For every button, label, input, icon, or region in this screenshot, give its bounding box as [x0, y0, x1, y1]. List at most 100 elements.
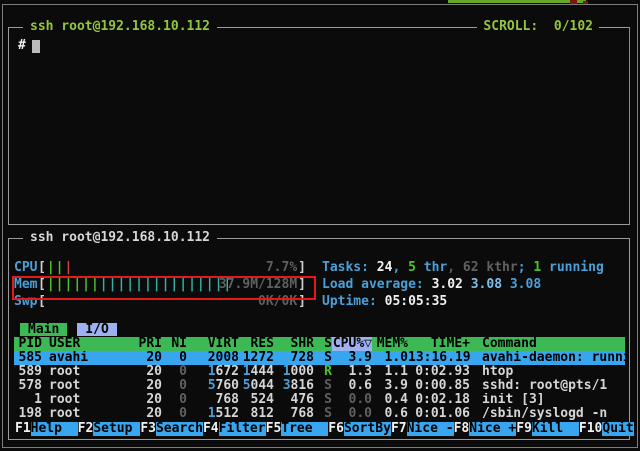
cell-cpu: 1.3: [332, 365, 372, 379]
htop-tabs: Main I/O: [20, 323, 625, 336]
cell-res: 5044: [239, 379, 274, 393]
htop-app: CPU[|||7.7%] Mem[|||||||||||||||||||||37.…: [14, 239, 625, 439]
cell-user: root: [42, 379, 115, 393]
cell-shr: 1000: [274, 365, 314, 379]
htop-header-area: CPU[|||7.7%] Mem[|||||||||||||||||||||37.…: [14, 261, 625, 312]
cell-ni: 0: [162, 407, 187, 421]
text-cursor: [32, 40, 40, 53]
cell-mem: 1.0: [372, 351, 408, 365]
cell-mem: 0.4: [372, 393, 408, 407]
pane-bottom-htop[interactable]: ssh root@192.168.10.112 CPU[|||7.7%]Mem[…: [8, 238, 630, 440]
cell-res: 524: [239, 393, 274, 407]
column-header-pri[interactable]: PRI: [115, 337, 162, 351]
cell-virt: 5760: [187, 379, 239, 393]
cell-pid: 589: [14, 365, 42, 379]
cell-ni: 0: [162, 365, 187, 379]
fkey-kill[interactable]: F9Kill: [516, 422, 579, 436]
cell-shr: 3816: [274, 379, 314, 393]
cell-state: R: [314, 365, 332, 379]
cell-pri: 20: [115, 407, 162, 421]
load-average-line: Load average: 3.02 3.08 3.08: [322, 278, 625, 292]
cell-ni: 0: [162, 393, 187, 407]
info-column: Tasks: 24, 5 thr, 62 kthr; 1 running Load…: [306, 261, 625, 312]
column-header-pid[interactable]: PID: [14, 337, 42, 351]
cell-cpu: 3.9: [332, 351, 372, 365]
cell-virt: 768: [187, 393, 239, 407]
pane-top-ssh[interactable]: ssh root@192.168.10.112 SCROLL: 0/102 #: [8, 27, 630, 225]
scroll-indicator: SCROLL: 0/102: [477, 19, 599, 35]
column-header-res[interactable]: RES: [239, 337, 274, 351]
cell-state: S: [314, 393, 332, 407]
fkey-search[interactable]: F3Search: [140, 422, 203, 436]
cell-time: 0:02.18: [408, 393, 470, 407]
tasks-line: Tasks: 24, 5 thr, 62 kthr; 1 running: [322, 261, 625, 275]
process-row[interactable]: 585avahi20020081272728S3.91.013:16.19ava…: [14, 351, 625, 365]
cell-user: root: [42, 365, 115, 379]
cell-time: 0:01.06: [408, 407, 470, 421]
cell-mem: 0.6: [372, 407, 408, 421]
column-header-s[interactable]: S: [314, 337, 332, 351]
cell-res: 1272: [239, 351, 274, 365]
cell-time: 13:16.19: [408, 351, 470, 365]
process-table: 585avahi20020081272728S3.91.013:16.19ava…: [14, 351, 625, 421]
cell-cpu: 0.0: [332, 407, 372, 421]
cell-ni: 0: [162, 379, 187, 393]
cell-user: avahi: [42, 351, 115, 365]
fkey-tree[interactable]: F5Tree: [266, 422, 329, 436]
fkey-help[interactable]: F1Help: [15, 422, 78, 436]
cell-mem: 1.1: [372, 365, 408, 379]
tab-io[interactable]: I/O: [77, 323, 116, 336]
fkey-setup[interactable]: F2Setup: [78, 422, 141, 436]
fkey-nice[interactable]: F8Nice +: [454, 422, 517, 436]
cell-pri: 20: [115, 365, 162, 379]
column-header-mem[interactable]: MEM%: [372, 337, 408, 351]
cell-shr: 728: [274, 351, 314, 365]
cell-mem: 3.9: [372, 379, 408, 393]
cell-pri: 20: [115, 393, 162, 407]
cell-cpu: 0.6: [332, 379, 372, 393]
cell-virt: 1512: [187, 407, 239, 421]
cell-state: S: [314, 379, 332, 393]
cell-pid: 1: [14, 393, 42, 407]
cell-command: avahi-daemon: running: [470, 351, 625, 365]
column-header-ni[interactable]: NI: [162, 337, 187, 351]
cell-command: htop: [470, 365, 625, 379]
column-header-user[interactable]: USER: [42, 337, 115, 351]
swp-meter: Swp[0K/0K]: [14, 295, 306, 309]
meters-column: CPU[|||7.7%] Mem[|||||||||||||||||||||37.…: [14, 261, 306, 312]
cell-virt: 2008: [187, 351, 239, 365]
process-table-header: PID USER PRI NI VIRT RES SHR S CPU%▽ MEM…: [14, 337, 625, 351]
process-row[interactable]: 198root2001512812768S0.00.60:01.06/sbin/…: [14, 407, 625, 421]
fkey-quit[interactable]: F10Quit: [579, 422, 634, 436]
cell-state: S: [314, 351, 332, 365]
top-edge-red-artifact: [570, 0, 577, 4]
cell-shr: 768: [274, 407, 314, 421]
terminal-screen: ssh root@192.168.10.112 SCROLL: 0/102 # …: [0, 0, 640, 451]
cell-ni: 0: [162, 351, 187, 365]
column-header-cpu-sorted[interactable]: CPU%▽: [332, 337, 372, 351]
process-row[interactable]: 1root200768524476S0.00.40:02.18init [3]: [14, 393, 625, 407]
function-key-bar: F1HelpF2SetupF3SearchF4FilterF5TreeF6Sor…: [15, 422, 625, 436]
column-header-command[interactable]: Command: [470, 337, 625, 351]
fkey-nice[interactable]: F7Nice -: [391, 422, 454, 436]
fkey-sortby[interactable]: F6SortBy: [328, 422, 391, 436]
mem-meter: Mem[|||||||||||||||||||||37.9M/128M]: [14, 278, 306, 292]
cell-command: /sbin/syslogd -n: [470, 407, 625, 421]
column-header-virt[interactable]: VIRT: [187, 337, 239, 351]
cell-pid: 198: [14, 407, 42, 421]
column-header-time[interactable]: TIME+: [408, 337, 470, 351]
cell-virt: 1672: [187, 365, 239, 379]
cell-res: 812: [239, 407, 274, 421]
cell-command: init [3]: [470, 393, 625, 407]
cell-pri: 20: [115, 351, 162, 365]
fkey-filter[interactable]: F4Filter: [203, 422, 266, 436]
process-row[interactable]: 578root200576050443816S0.63.90:00.85sshd…: [14, 379, 625, 393]
cell-time: 0:02.93: [408, 365, 470, 379]
top-edge-artifact: [448, 0, 586, 3]
process-row[interactable]: 589root200167214441000R1.31.10:02.93htop: [14, 365, 625, 379]
top-edge-red-artifact: [583, 1, 588, 4]
cpu-meter: CPU[|||7.7%]: [14, 261, 306, 275]
tab-main[interactable]: Main: [20, 323, 67, 336]
column-header-shr[interactable]: SHR: [274, 337, 314, 351]
cell-user: root: [42, 407, 115, 421]
